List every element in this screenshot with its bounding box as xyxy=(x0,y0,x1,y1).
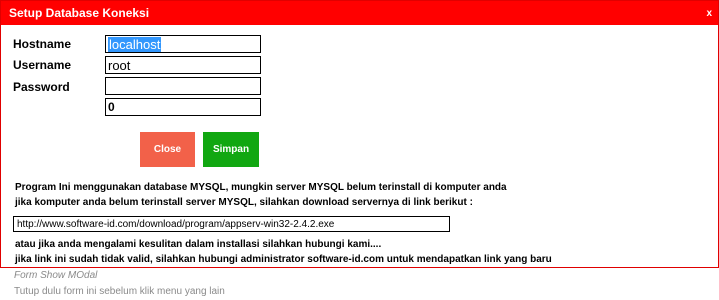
close-button[interactable]: Close xyxy=(140,132,195,167)
title-bar: Setup Database Koneksi x xyxy=(1,1,718,25)
hostname-label: Hostname xyxy=(13,37,72,51)
info-line-1: Program Ini menggunakan database MYSQL, … xyxy=(15,182,507,193)
info-line-3: atau jika anda mengalami kesulitan dalam… xyxy=(15,239,382,250)
hostname-input[interactable]: localhost xyxy=(105,35,261,53)
password-input[interactable] xyxy=(105,77,261,95)
info-line-2: jika komputer anda belum terinstall serv… xyxy=(15,197,473,208)
hostname-value: localhost xyxy=(108,36,162,52)
password-label: Password xyxy=(13,80,70,94)
save-button[interactable]: Simpan xyxy=(203,132,259,167)
username-label: Username xyxy=(13,58,72,72)
port-value: 0 xyxy=(108,100,115,114)
port-input[interactable]: 0 xyxy=(105,98,261,116)
username-value: root xyxy=(108,57,131,73)
dialog-title: Setup Database Koneksi xyxy=(9,6,150,20)
status-caption: Form Show MOdal xyxy=(14,270,98,281)
close-icon[interactable]: x xyxy=(706,8,712,19)
status-message: Tutup dulu form ini sebelum klik menu ya… xyxy=(14,286,225,297)
download-link-text: http://www.software-id.com/download/prog… xyxy=(17,218,335,230)
info-line-4: jika link ini sudah tidak valid, silahka… xyxy=(15,254,552,265)
download-link-field[interactable]: http://www.software-id.com/download/prog… xyxy=(13,216,450,232)
username-input[interactable]: root xyxy=(105,56,261,74)
setup-dialog: Setup Database Koneksi x Hostname localh… xyxy=(0,0,719,268)
